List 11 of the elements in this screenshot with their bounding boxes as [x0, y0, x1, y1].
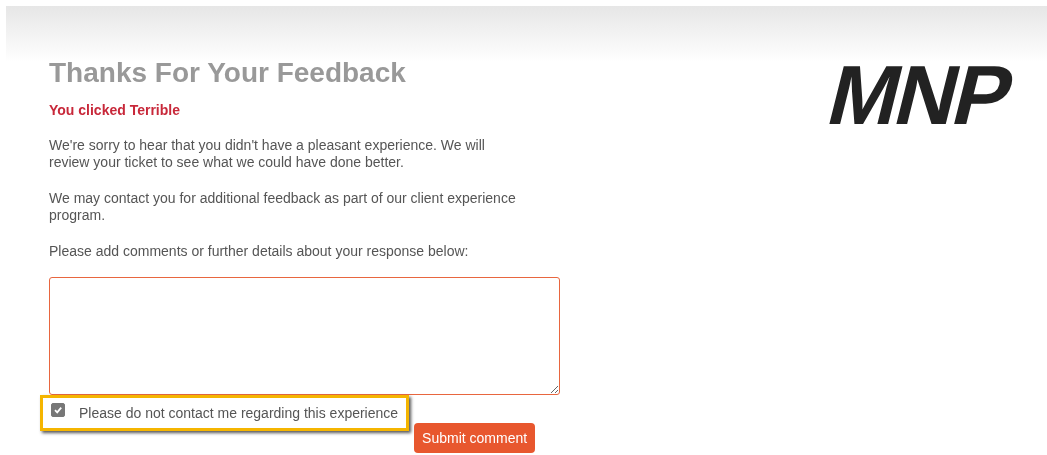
page-title: Thanks For Your Feedback: [49, 56, 407, 90]
company-logo: MNP: [822, 60, 1022, 130]
message-paragraph: We're sorry to hear that you didn't have a pleasant experience. We will review your ticket to see what we could have done better.: [49, 137, 486, 171]
clicked-rating: You clicked Terrible: [49, 102, 181, 118]
message-paragraph: Please add comments or further details about your response below:: [49, 243, 470, 260]
submit-button[interactable]: Submit comment: [414, 423, 536, 453]
message-paragraph: We may contact you for additional feedback as part of our client experience program.: [49, 190, 517, 224]
check-icon: [53, 405, 63, 415]
checkbox-label: Please do not contact me regarding this experience: [79, 405, 399, 421]
checkbox[interactable]: [51, 403, 65, 417]
comment-field[interactable]: [49, 277, 560, 395]
